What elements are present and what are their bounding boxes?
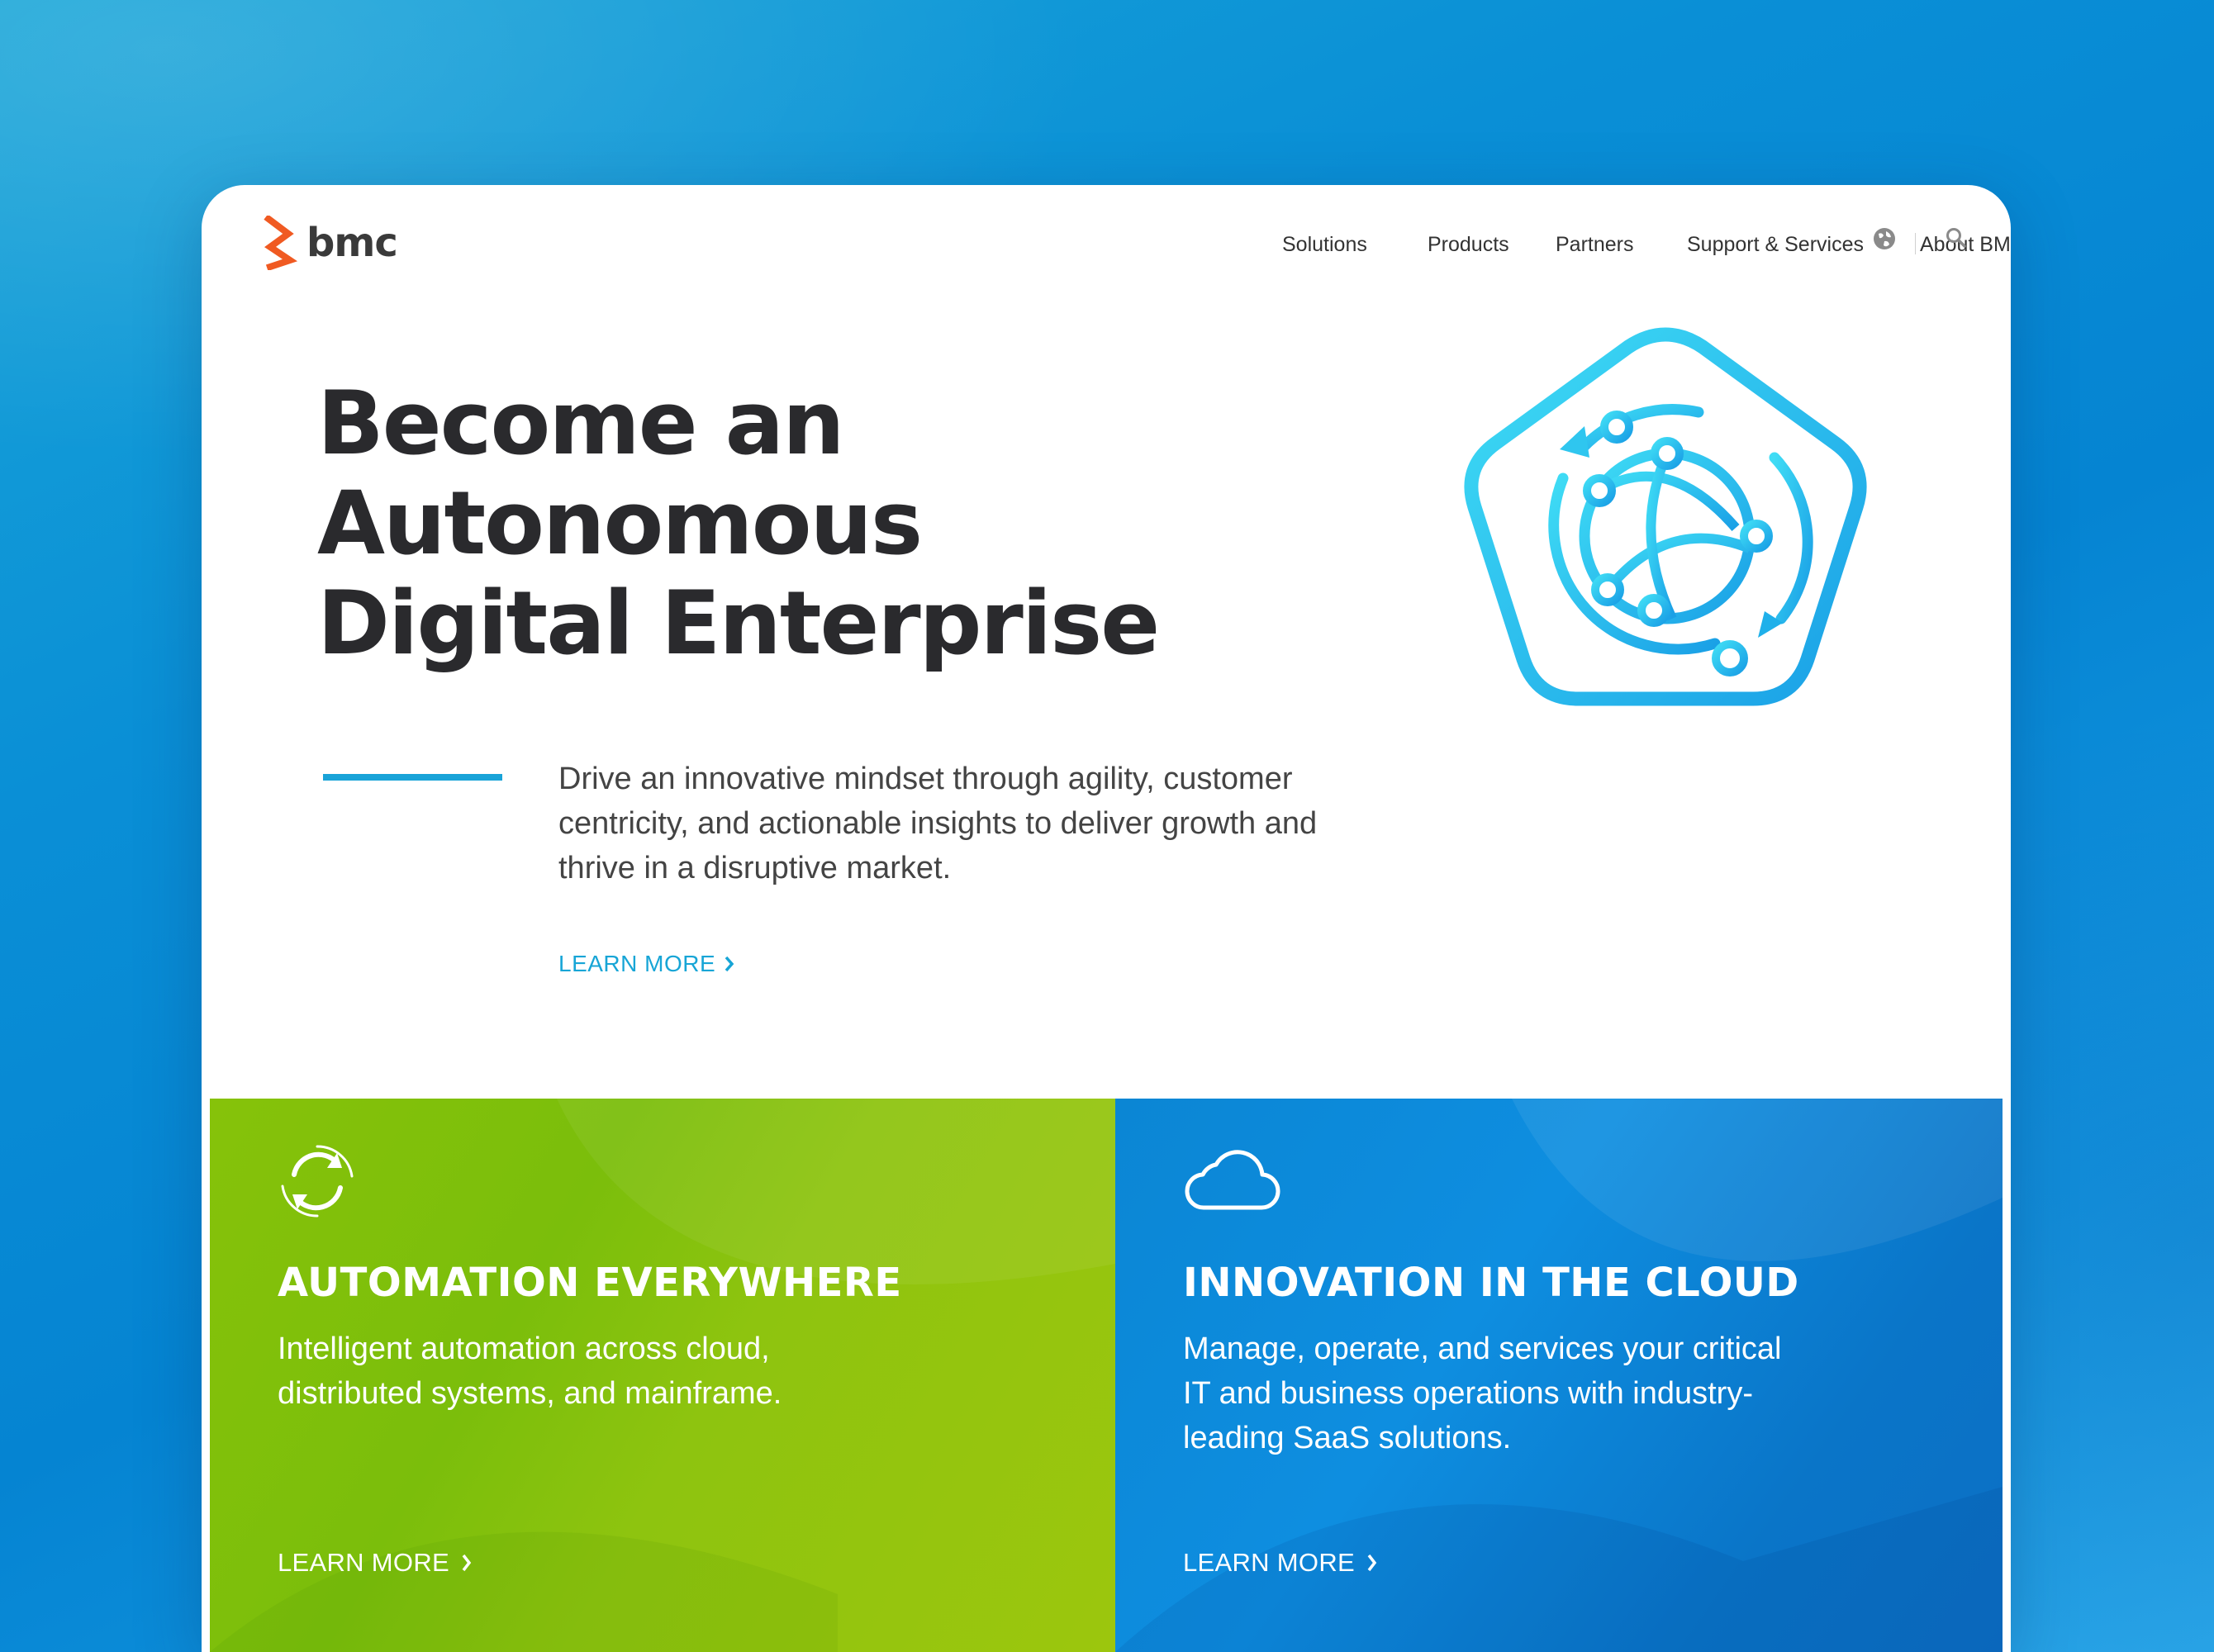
browser-window: bmc Solutions Products Partners Support … [202,185,2011,1652]
tile-description: Intelligent automation across cloud, dis… [278,1332,782,1411]
nav-support-services[interactable]: Support & Services [1687,228,1864,261]
tile-description: Manage, operate, and services your criti… [1183,1332,1782,1455]
automation-learn-more-link[interactable]: LEARN MORE [278,1548,473,1578]
hero-description: Drive an innovative mindset through agil… [558,762,1318,885]
chevron-right-icon [1367,1554,1377,1572]
nav-divider [1915,233,1916,254]
hero-title: Become an Autonomous Digital Enterprise [317,373,1309,673]
cloud-tile[interactable]: INNOVATION IN THE CLOUD Manage, operate,… [1115,1099,2003,1652]
tile-learn-more-label: LEARN MORE [278,1548,449,1577]
chevron-right-icon [725,956,734,972]
globe-icon[interactable] [1872,226,1897,255]
refresh-cycle-icon [276,1140,359,1227]
chevron-right-icon [462,1554,472,1572]
pentagon-network-globe-icon [1451,325,1880,759]
automation-tile[interactable]: AUTOMATION EVERYWHERE Intelligent automa… [210,1099,1115,1652]
tile-title: AUTOMATION EVERYWHERE [278,1260,902,1306]
hero-accent-rule [323,774,502,781]
cloud-icon [1181,1140,1280,1218]
bmc-logo-icon [264,216,298,270]
tile-learn-more-label: LEARN MORE [1183,1548,1355,1577]
cloud-learn-more-link[interactable]: LEARN MORE [1183,1548,1378,1578]
nav-partners[interactable]: Partners [1556,228,1633,261]
tile-title: INNOVATION IN THE CLOUD [1183,1260,1799,1306]
hero-title-line-1: Become an [317,373,845,474]
hero-title-line-3: Digital Enterprise [317,572,1160,674]
nav-products[interactable]: Products [1428,228,1509,261]
nav-solutions[interactable]: Solutions [1282,228,1367,261]
logo-text: bmc [306,220,398,266]
search-icon[interactable] [1945,226,1968,254]
hero-title-line-2: Autonomous [317,472,923,574]
hero-learn-more-label: LEARN MORE [558,951,716,976]
hero-learn-more-link[interactable]: LEARN MORE [558,951,735,977]
bmc-logo[interactable]: bmc [264,214,398,272]
